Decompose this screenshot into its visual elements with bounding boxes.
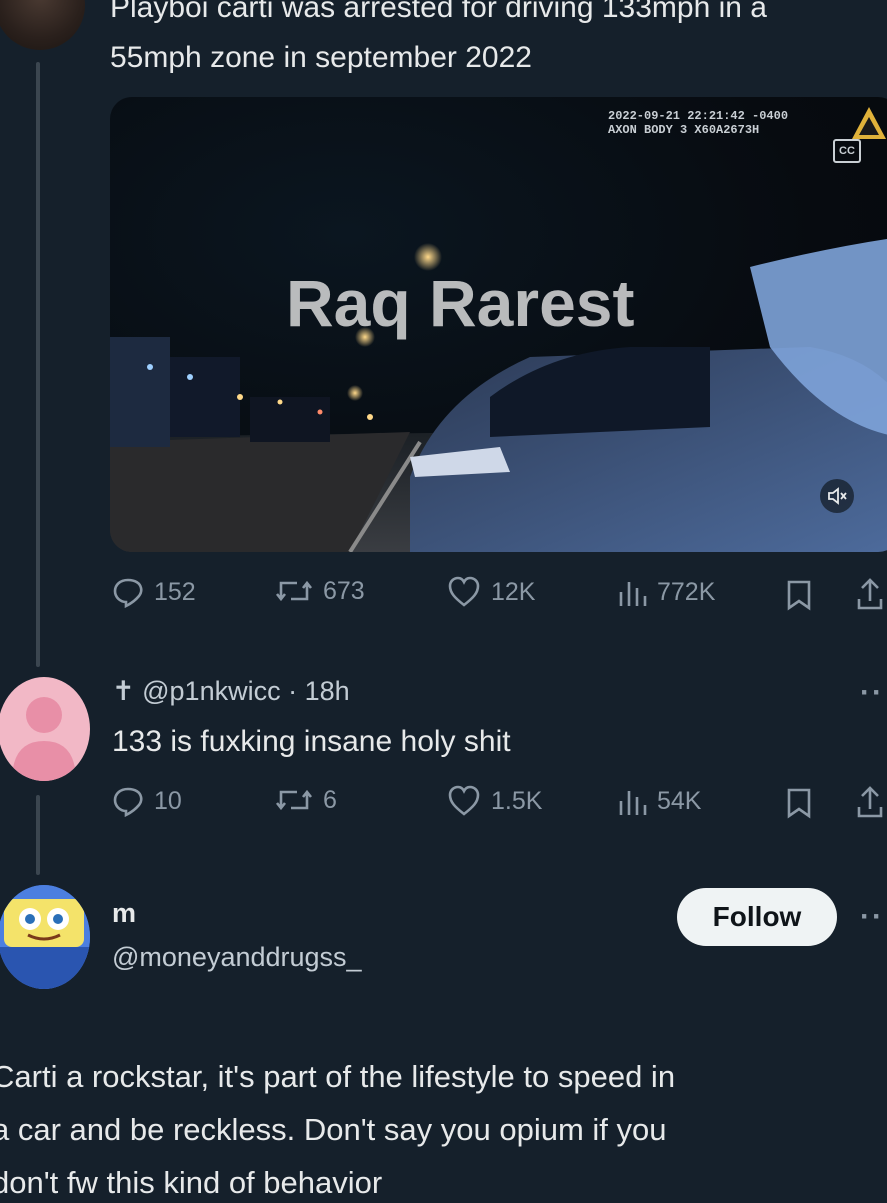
reply2-more-icon[interactable]: ·· bbox=[860, 900, 884, 934]
reply1-like-count: 1.5K bbox=[491, 786, 543, 815]
reply1-repost-action[interactable]: 6 bbox=[275, 785, 337, 815]
tweet-text-line1: Playboi carti was arrested for driving 1… bbox=[110, 0, 767, 24]
axon-logo-icon bbox=[852, 107, 886, 139]
reply1-reply-count: 10 bbox=[154, 786, 182, 815]
reply-action[interactable]: 152 bbox=[112, 576, 196, 608]
repost-action[interactable]: 673 bbox=[275, 576, 365, 606]
tweet-video[interactable]: 2022-09-21 22:21:42 -0400 AXON BODY 3 X6… bbox=[110, 97, 887, 552]
tweet-text-line2: 55mph zone in september 2022 bbox=[110, 41, 532, 74]
default-avatar-icon bbox=[12, 697, 76, 781]
views-icon bbox=[619, 791, 647, 815]
author-avatar[interactable] bbox=[0, 0, 85, 50]
reply2-text-line2: a car and be reckless. Don't say you opi… bbox=[0, 1112, 667, 1147]
views-count: 772K bbox=[657, 577, 716, 606]
reply1-text: 133 is fuxking insane holy shit bbox=[112, 725, 511, 758]
reply-count: 152 bbox=[154, 577, 196, 606]
thread-line-top bbox=[36, 62, 40, 667]
video-watermark: Raq Rarest bbox=[286, 266, 635, 340]
closed-captions-icon[interactable]: CC bbox=[833, 139, 861, 163]
follow-button[interactable]: Follow bbox=[677, 888, 837, 946]
share-icon[interactable] bbox=[855, 785, 885, 819]
share-icon[interactable] bbox=[855, 577, 885, 611]
reply2-text-line1: Carti a rockstar, it's part of the lifes… bbox=[0, 1059, 676, 1094]
mute-button[interactable] bbox=[820, 479, 854, 513]
reply2-avatar[interactable] bbox=[0, 885, 90, 989]
reply1-views-count: 54K bbox=[657, 786, 702, 815]
heart-icon bbox=[448, 576, 480, 607]
views-icon bbox=[619, 582, 647, 606]
like-count: 12K bbox=[491, 577, 536, 606]
reply1-handle-line[interactable]: ✝ @p1nkwicc · 18h bbox=[112, 676, 350, 707]
reply2-text-line3: don't fw this kind of behavior bbox=[0, 1165, 383, 1200]
reply1-repost-count: 6 bbox=[323, 785, 337, 814]
reply1-reply-action[interactable]: 10 bbox=[112, 785, 182, 817]
bookmark-icon[interactable] bbox=[785, 787, 813, 819]
reply2-display-name[interactable]: m bbox=[112, 898, 136, 929]
reply-icon bbox=[113, 787, 143, 817]
repost-count: 673 bbox=[323, 576, 365, 605]
repost-icon bbox=[275, 789, 313, 811]
reply1-more-icon[interactable]: ·· bbox=[860, 676, 884, 710]
spongebob-avatar-icon bbox=[0, 885, 90, 989]
reply1-like-action[interactable]: 1.5K bbox=[447, 785, 542, 817]
thread-line-middle bbox=[36, 795, 40, 875]
reply1-views-action[interactable]: 54K bbox=[617, 785, 701, 817]
reply1-avatar[interactable] bbox=[0, 677, 90, 781]
heart-icon bbox=[448, 785, 480, 816]
bookmark-icon[interactable] bbox=[785, 579, 813, 611]
like-action[interactable]: 12K bbox=[447, 576, 535, 608]
reply2-handle[interactable]: @moneyanddrugss_ bbox=[112, 942, 362, 973]
reply-icon bbox=[113, 578, 143, 608]
speaker-muted-icon bbox=[828, 487, 847, 505]
video-camera-id: AXON BODY 3 X60A2673H bbox=[608, 123, 760, 137]
repost-icon bbox=[275, 580, 313, 602]
video-timestamp: 2022-09-21 22:21:42 -0400 bbox=[608, 109, 789, 123]
views-action[interactable]: 772K bbox=[617, 576, 715, 608]
